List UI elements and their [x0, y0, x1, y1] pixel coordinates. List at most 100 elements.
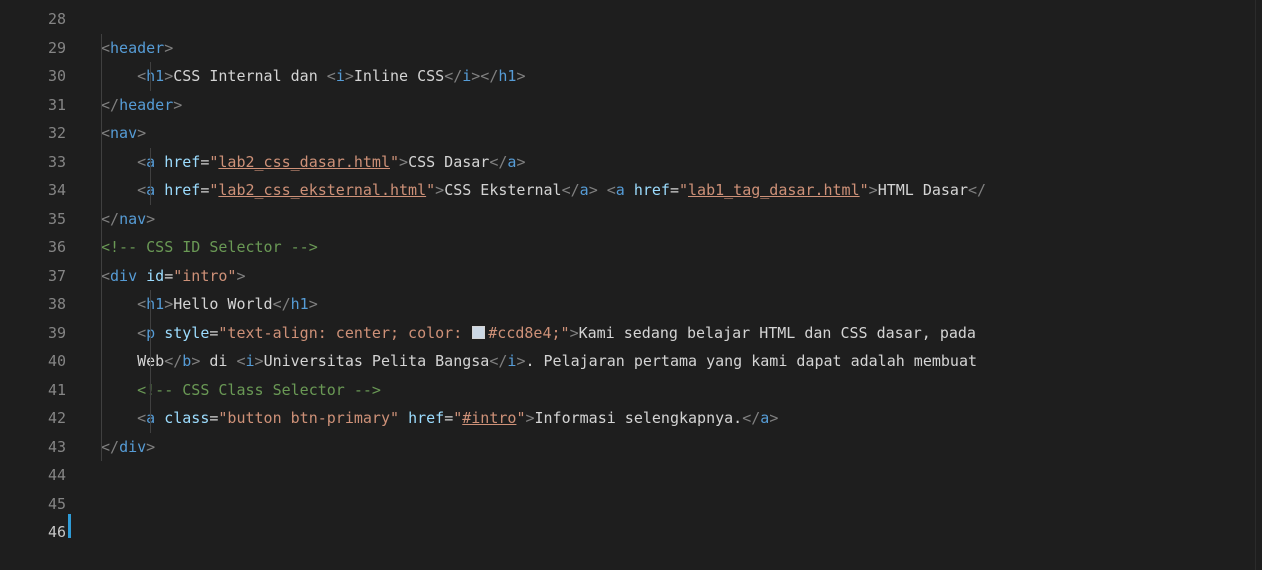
token: "	[426, 181, 436, 199]
token: Web	[101, 352, 165, 370]
color-swatch-icon[interactable]	[472, 325, 486, 339]
token: <	[101, 38, 111, 57]
code-line[interactable]: 40 Web</b> di <i>Universitas Pelita Bang…	[0, 347, 1256, 375]
code-line[interactable]: 32 <nav>	[0, 119, 1256, 147]
line-number: 38	[47, 295, 66, 313]
token: ></	[471, 67, 499, 85]
token: </	[101, 209, 120, 228]
code-line[interactable]: 30 <h1>CSS Internal dan <i>Inline CSS</i…	[0, 62, 1256, 90]
token: CSS Internal dan	[173, 67, 327, 85]
line-number: 43	[47, 437, 66, 456]
code-line[interactable]: 45	[0, 490, 1256, 518]
token: >	[344, 67, 354, 85]
code-line[interactable]: 33 <a href="lab2_css_dasar.html">CSS Das…	[0, 148, 1256, 176]
line-number: 44	[47, 466, 66, 484]
code-content: <h1>CSS Internal dan <i>Inline CSS</i></…	[101, 62, 525, 90]
token: "	[390, 152, 400, 171]
line-number: 31	[47, 95, 66, 114]
token: >	[146, 437, 156, 456]
indent-guide	[150, 147, 151, 205]
text-cursor	[68, 514, 71, 538]
token: a	[760, 409, 770, 427]
token: <!-- CSS Class Selector -->	[137, 380, 381, 399]
code-content: <h1>Hello World</h1>	[101, 290, 318, 318]
token: a	[579, 181, 589, 199]
token: >	[236, 266, 246, 285]
token: </	[444, 67, 463, 85]
line-number: 28	[47, 10, 66, 28]
code-line[interactable]: 36 <!-- CSS ID Selector -->	[0, 233, 1256, 261]
line-number: 35	[47, 209, 66, 228]
line-number: 30	[47, 67, 66, 85]
token: nav	[119, 209, 147, 228]
token: href	[164, 152, 201, 171]
code-line[interactable]: 28	[0, 5, 1256, 33]
token: style	[164, 323, 210, 342]
code-line[interactable]: 42 <a class="button btn-primary" href="#…	[0, 404, 1256, 432]
token: >	[137, 124, 147, 142]
code-line[interactable]: 37 <div id="intro">	[0, 262, 1256, 290]
line-number: 29	[47, 38, 66, 57]
code-line[interactable]: 43 </div>	[0, 433, 1256, 461]
code-line[interactable]: 44	[0, 461, 1256, 489]
token: id	[146, 266, 165, 285]
token: </	[101, 437, 120, 456]
line-number: 41	[47, 380, 66, 399]
token: "intro"	[173, 266, 237, 285]
token: i	[462, 67, 472, 85]
code-line[interactable]: 34 <a href="lab2_css_eksternal.html">CSS…	[0, 176, 1256, 204]
indent-guide	[150, 62, 151, 91]
token: i	[335, 67, 345, 85]
code-line[interactable]: 46	[0, 518, 1256, 546]
token: <	[326, 67, 336, 85]
token: >	[191, 352, 201, 370]
vertical-scrollbar[interactable]	[1255, 0, 1262, 570]
token: HTML Dasar	[877, 181, 968, 199]
token: "button btn-primary"	[218, 409, 400, 427]
token: #intro	[462, 409, 517, 427]
token: =	[444, 409, 454, 427]
token: <	[101, 124, 111, 142]
indent-guide	[101, 33, 102, 461]
code-line[interactable]: 39 <p style="text-align: center; color: …	[0, 319, 1256, 347]
token: >	[435, 181, 445, 199]
token: </	[489, 352, 508, 370]
code-content: </div>	[101, 433, 155, 461]
code-content: <nav>	[101, 119, 146, 147]
token: a	[615, 181, 625, 199]
token: "	[679, 181, 689, 199]
token: i	[245, 352, 255, 370]
token: =	[164, 266, 174, 285]
token: "	[453, 409, 463, 427]
line-number: 32	[47, 124, 66, 142]
line-number: 42	[47, 409, 66, 427]
code-line[interactable]: 41 <!-- CSS Class Selector -->	[0, 376, 1256, 404]
line-number: 33	[47, 152, 66, 171]
token: header	[119, 95, 174, 114]
token: Inline CSS	[353, 67, 445, 85]
token: div	[110, 266, 138, 285]
token: <	[137, 67, 147, 85]
token: #ccd8e4;"	[488, 323, 570, 342]
code-line[interactable]: 31 </header>	[0, 91, 1256, 119]
code-line[interactable]: 29 <header>	[0, 34, 1256, 62]
line-number: 39	[47, 323, 66, 342]
token: >	[588, 181, 598, 199]
token: h1	[146, 295, 165, 313]
token: <	[137, 323, 147, 342]
code-line[interactable]: 38 <h1>Hello World</h1>	[0, 290, 1256, 318]
code-editor[interactable]: 28 29 <header> 30 <h1>CSS Internal dan <i>I…	[0, 0, 1262, 570]
token: Kami sedang belajar HTML dan CSS dasar, …	[578, 323, 976, 342]
token: Universitas Pelita Bangsa	[263, 352, 490, 370]
token: </	[101, 95, 120, 114]
code-content: <a class="button btn-primary" href="#int…	[101, 404, 778, 432]
code-line[interactable]: 35 </nav>	[0, 205, 1256, 233]
